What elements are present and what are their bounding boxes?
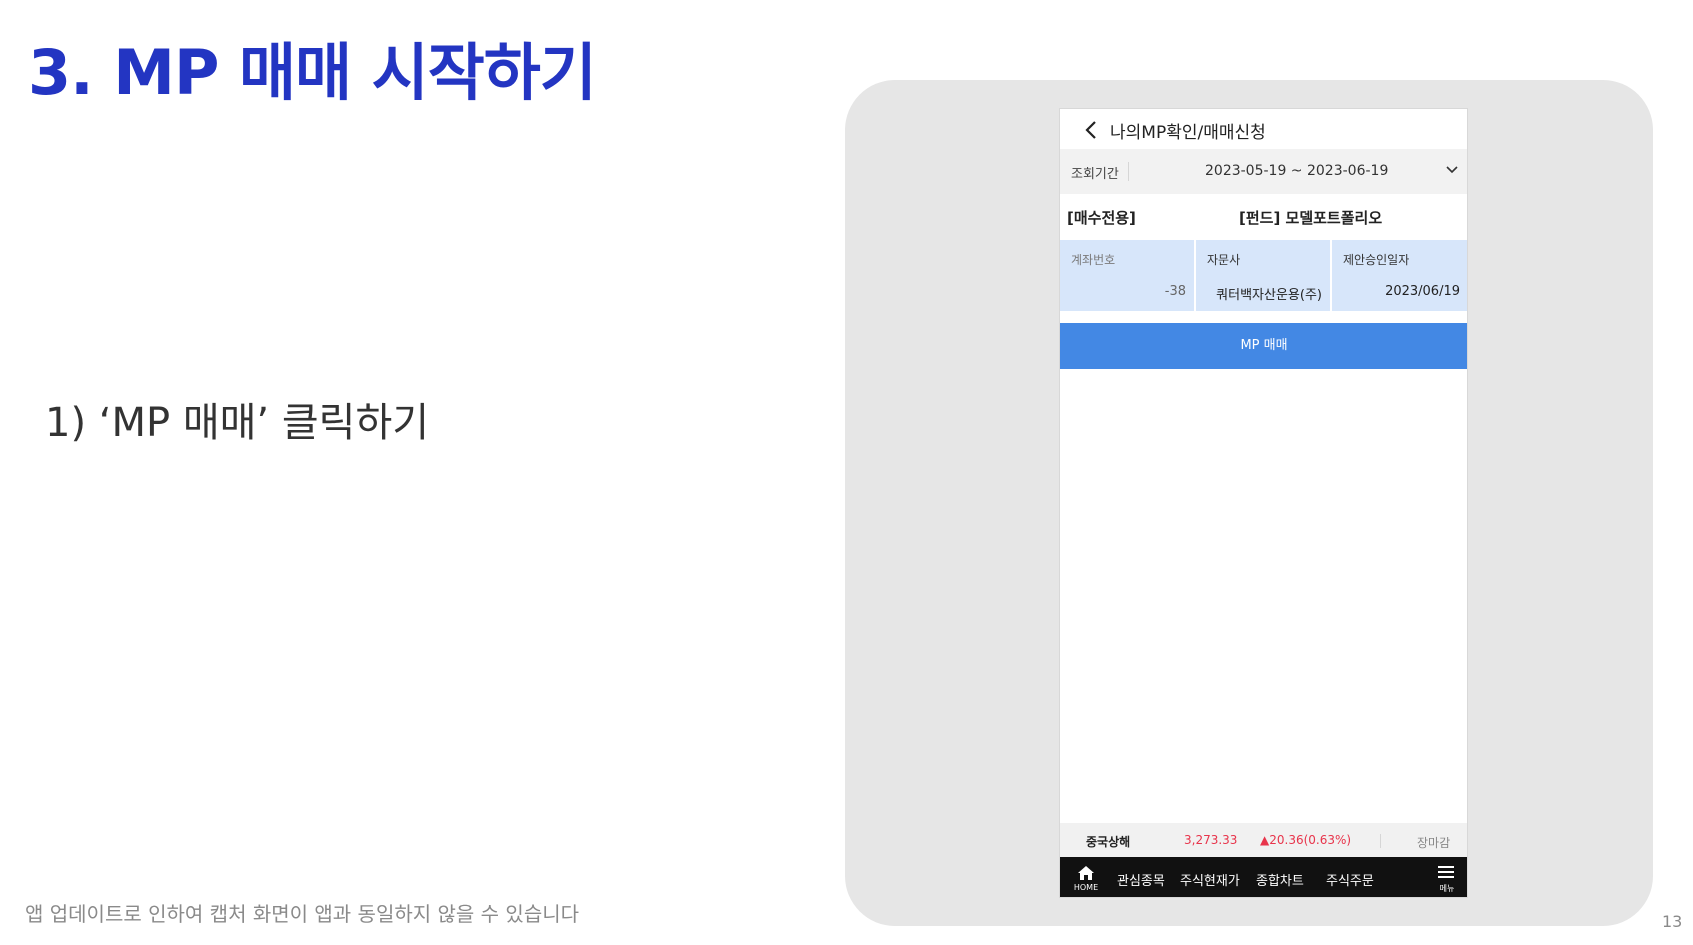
- ticker-value: 3,273.33: [1184, 833, 1238, 847]
- nav-order[interactable]: 주식주문: [1326, 870, 1374, 889]
- bottom-nav: HOME 관심종목 주식현재가 종합차트 주식주문 메뉴: [1060, 857, 1467, 897]
- app-header: 나의MP확인/매매신청: [1060, 109, 1467, 149]
- account-number-label: 계좌번호: [1071, 253, 1116, 267]
- mp-trade-button[interactable]: MP 매매: [1060, 323, 1467, 369]
- ticker-change: ▲20.36(0.63%): [1260, 833, 1352, 847]
- approval-date-label: 제안승인일자: [1343, 253, 1410, 267]
- page-title: 나의MP확인/매매신청: [1110, 123, 1266, 143]
- market-status: 장마감: [1417, 836, 1451, 850]
- step-instruction: 1) ‘MP 매매’ 클릭하기: [45, 400, 430, 446]
- page-number: 13: [1662, 912, 1683, 931]
- period-label: 조회기간: [1071, 167, 1119, 182]
- account-number-cell: 계좌번호 -38: [1060, 240, 1194, 311]
- advisor-cell: 자문사 쿼터백자산운용(주): [1196, 240, 1330, 311]
- period-selector[interactable]: 조회기간 2023-05-19 ~ 2023-06-19: [1060, 149, 1467, 194]
- approval-date-value: 2023/06/19: [1385, 284, 1460, 299]
- ticker-name: 중국상해: [1086, 835, 1131, 849]
- period-range[interactable]: 2023-05-19 ~ 2023-06-19: [1205, 163, 1388, 179]
- nav-menu-label: 메뉴: [1439, 884, 1455, 893]
- advisor-value: 쿼터백자산운용(주): [1216, 288, 1322, 303]
- account-number-value: -38: [1164, 284, 1186, 299]
- home-icon: [1078, 866, 1094, 880]
- phone-screen: 나의MP확인/매매신청 조회기간 2023-05-19 ~ 2023-06-19…: [1059, 108, 1468, 898]
- divider: [1380, 834, 1381, 848]
- advisor-label: 자문사: [1207, 253, 1241, 267]
- nav-menu[interactable]: 메뉴: [1435, 863, 1459, 893]
- account-info-table: 계좌번호 -38 자문사 쿼터백자산운용(주) 제안승인일자 2023/06/1…: [1060, 240, 1467, 311]
- approval-date-cell: 제안승인일자 2023/06/19: [1332, 240, 1467, 311]
- slide-title: 3. MP 매매 시작하기: [28, 36, 597, 109]
- account-row: [매수전용] [펀드] 모델포트폴리오: [1060, 194, 1467, 240]
- footnote: 앱 업데이트로 인하여 캡처 화면이 앱과 동일하지 않을 수 있습니다: [25, 902, 580, 926]
- account-name: [펀드] 모델포트폴리오: [1239, 209, 1383, 227]
- account-type: [매수전용]: [1067, 209, 1136, 227]
- nav-chart[interactable]: 종합차트: [1256, 870, 1304, 889]
- nav-current-price[interactable]: 주식현재가: [1180, 870, 1240, 889]
- chevron-left-icon[interactable]: [1082, 119, 1102, 141]
- chevron-down-icon[interactable]: [1445, 165, 1459, 175]
- nav-home[interactable]: HOME: [1071, 863, 1101, 893]
- hamburger-menu-icon: [1438, 866, 1454, 878]
- slide: 3. MP 매매 시작하기 1) ‘MP 매매’ 클릭하기 앱 업데이트로 인하…: [0, 0, 1693, 945]
- divider: [1128, 162, 1129, 181]
- market-ticker[interactable]: 중국상해 3,273.33 ▲20.36(0.63%) 장마감: [1060, 823, 1467, 857]
- nav-home-label: HOME: [1073, 883, 1099, 892]
- nav-watchlist[interactable]: 관심종목: [1117, 870, 1165, 889]
